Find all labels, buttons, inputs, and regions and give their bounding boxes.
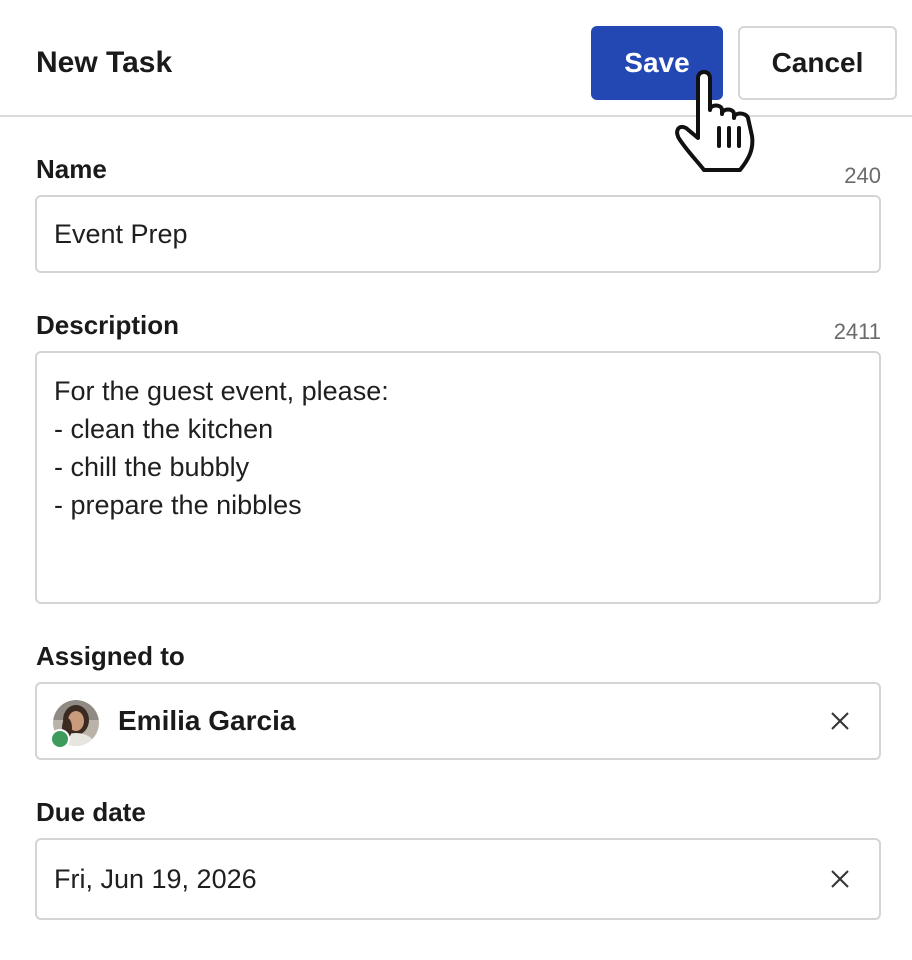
assignee-name: Emilia Garcia — [118, 705, 296, 736]
avatar — [50, 700, 99, 749]
due-date-field[interactable]: Fri, Jun 19, 2026 — [35, 838, 881, 920]
description-field-value: For the guest event, please: - clean the… — [54, 376, 389, 520]
name-field[interactable]: Event Prep — [35, 195, 881, 273]
description-field[interactable]: For the guest event, please: - clean the… — [35, 351, 881, 604]
save-button[interactable]: Save — [591, 26, 723, 100]
due-date-field-value: Fri, Jun 19, 2026 — [54, 863, 257, 894]
dialog-header: New Task Save Cancel — [0, 0, 912, 117]
assigned-to-label: Assigned to — [36, 641, 185, 671]
description-label: Description — [36, 310, 180, 340]
description-char-counter: 2411 — [833, 319, 881, 344]
name-char-counter: 240 — [844, 163, 881, 188]
name-label: Name — [36, 154, 107, 184]
name-field-value: Event Prep — [54, 218, 188, 249]
close-icon[interactable] — [829, 710, 851, 732]
cancel-button[interactable]: Cancel — [738, 26, 897, 100]
page-title: New Task — [36, 46, 173, 79]
due-date-label: Due date — [36, 797, 146, 827]
online-status-dot — [50, 729, 70, 749]
close-icon[interactable] — [829, 868, 851, 890]
assignee-field[interactable]: Emilia Garcia — [35, 682, 881, 760]
